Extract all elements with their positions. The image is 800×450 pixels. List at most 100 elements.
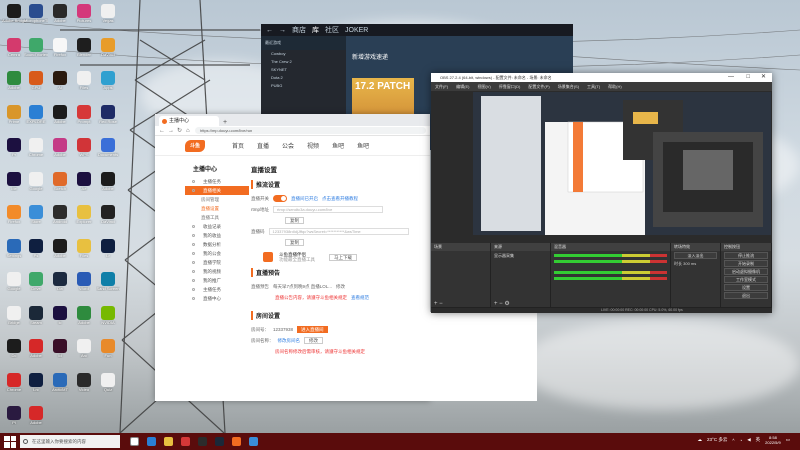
desktop-icon[interactable]: Steam [24,305,48,334]
desktop-icon[interactable]: Chrome [24,138,48,166]
stream-code-field[interactable]: 12337938rdldjJffqc?wsSecret=***********&… [268,228,409,235]
desktop-icon[interactable]: Prime [2,104,26,133]
desktop-icon[interactable]: Store [24,205,48,233]
sidebar-item[interactable]: 数据分析 [185,240,249,249]
obs-window[interactable]: OBS 27.2.4 (64-bit, windows) - 配置文件: 未命名… [431,73,772,313]
desktop-icon[interactable]: Ps [24,238,48,267]
desktop-icon[interactable]: Google [2,272,26,300]
start-record-button[interactable]: 开始录制 [724,260,768,267]
close-icon[interactable]: ✕ [761,73,766,82]
site-nav-item[interactable]: 鱼吧 [332,141,344,150]
live-help-link[interactable]: 点击查看开播教程 [322,193,358,204]
duration-value[interactable]: 300 ms [683,261,696,266]
notice-edit-link[interactable]: 修改 [336,281,345,292]
steam-game-item[interactable]: PUBG [261,82,346,90]
desktop-icon[interactable]: Files [72,71,96,99]
steam-game-item[interactable]: The Crew 2 [261,58,346,66]
steam-nav-store[interactable]: 商店 [292,25,306,35]
desktop-icon[interactable]: Ai [48,71,72,99]
steam-forward-icon[interactable]: → [279,27,286,34]
desktop-icon[interactable]: Blender [72,37,96,66]
desktop-icon[interactable]: Adobe Bridge [2,4,26,32]
desktop-icon[interactable]: Adobe [48,138,72,166]
desktop-icon[interactable]: Adobe [96,171,120,200]
site-nav-item[interactable]: 直播 [257,141,269,150]
obs-menu-item[interactable]: 文件(F) [435,82,448,91]
download-button[interactable]: 马上下载 [329,253,357,261]
live-toggle[interactable] [273,195,287,202]
desktop-icon[interactable]: ArcticMT [48,372,72,401]
site-nav-item[interactable]: 鱼吧 [357,141,369,150]
desktop-icon[interactable]: Bridge [2,305,26,334]
obs-menu-item[interactable]: 视图(V) [477,82,490,91]
obs-source-item[interactable]: 显示器采集 [491,251,550,261]
edge-icon[interactable] [147,437,156,446]
desktop-icon[interactable]: Red Rose [96,104,120,133]
desktop-icon[interactable]: DaVinci [96,37,120,66]
sidebar-item[interactable]: 直播工具 [185,213,249,222]
desktop-icon[interactable]: DaVinci [96,205,120,233]
sidebar-item[interactable]: 直播学院 [185,258,249,267]
copy-rtmp-button[interactable]: 复制 [285,217,304,224]
desktop-icon[interactable]: Files [72,238,96,267]
desktop-icon[interactable]: Video [72,372,96,401]
desktop-icon[interactable]: Firefox [2,205,26,233]
task-view-icon[interactable] [130,437,139,446]
windows-start-icon[interactable] [4,435,16,448]
rtmp-field[interactable]: rtmp://sendtc3a.douyu.com/live [273,206,383,213]
desktop-icon[interactable]: Dw [48,272,72,300]
desktop-icon[interactable]: Adobe [48,4,72,32]
desktop-icon[interactable]: Adobe [2,71,26,99]
chevron-up-icon[interactable]: ^ [732,438,734,443]
url-input[interactable]: https://mp.douyu.com/live/run [195,127,426,134]
desktop-icon[interactable]: Sound Vortex [24,37,48,66]
desktop-icon[interactable]: Documents [96,138,120,166]
desktop-icon[interactable]: Id [48,339,72,367]
sidebar-item[interactable]: 房间管理 [185,195,249,204]
refresh-icon[interactable]: ↻ [177,127,183,134]
store-taskbar-icon[interactable] [249,437,258,446]
desktop-icon[interactable]: Me [2,171,26,200]
desktop-icon[interactable]: Drive [24,272,48,300]
obs-menu-item[interactable]: 编辑(E) [456,82,469,91]
volume-icon[interactable]: ◀ [747,437,750,443]
steam-filter[interactable]: 最近游戏 [261,36,346,50]
obs-taskbar-icon[interactable] [198,437,207,446]
steam-nav-community[interactable]: 社区 [325,25,339,35]
desktop-icon[interactable]: Cemra [2,37,26,66]
weather-text[interactable]: 23°C 多云 [707,437,727,443]
sidebar-item[interactable]: 直播相关 [185,186,249,195]
desktop-icon[interactable]: Apps [96,71,120,99]
back-icon[interactable]: ← [159,128,165,134]
sidebar-item[interactable]: 主播任务 [185,285,249,294]
network-icon[interactable]: ◔ [739,438,742,443]
desktop-icon[interactable]: Adobe [24,406,48,433]
desktop-icon[interactable]: Google [24,171,48,200]
desktop-icon[interactable]: GPU [24,71,48,99]
maximize-icon[interactable]: □ [746,73,750,82]
notification-icon[interactable]: ▭ [786,437,790,443]
new-tab-icon[interactable]: + [223,119,227,126]
desktop-icon[interactable]: Adobe [24,339,48,367]
steam-game-item[interactable]: Cowboy [261,50,346,58]
desktop-icon[interactable]: Vegas [96,4,120,32]
taskbar-clock[interactable]: 8:58 2022/5/9 [765,435,781,445]
weather-icon[interactable]: ☁ [698,437,703,443]
steam-game-item[interactable]: Dota 2 [261,74,346,82]
home-icon[interactable]: ⌂ [186,128,192,134]
desktop-icon[interactable]: Settings [2,238,26,267]
copy-code-button[interactable]: 复制 [285,239,304,246]
sidebar-item[interactable]: 我的视频 [185,267,249,276]
sidebar-item[interactable]: 直播中心 [185,294,249,303]
desktop-icon[interactable]: NVIDIA [96,305,120,334]
obs-menu-item[interactable]: 停靠窗口(D) [499,82,521,91]
minimize-icon[interactable]: — [728,73,734,82]
sidebar-item[interactable]: 主播任务 [185,177,249,186]
desktop-icon[interactable]: Android [48,205,72,233]
taskbar-search[interactable]: 在这里输入你要搜索的内容 [20,435,120,448]
steam-taskbar-icon[interactable] [215,437,224,446]
desktop-icon[interactable]: Dc [2,339,26,367]
desktop-icon[interactable]: Sand Screen [96,272,120,300]
desktop-icon[interactable]: EXPLORE [24,104,48,133]
steam-back-icon[interactable]: ← [266,27,273,34]
